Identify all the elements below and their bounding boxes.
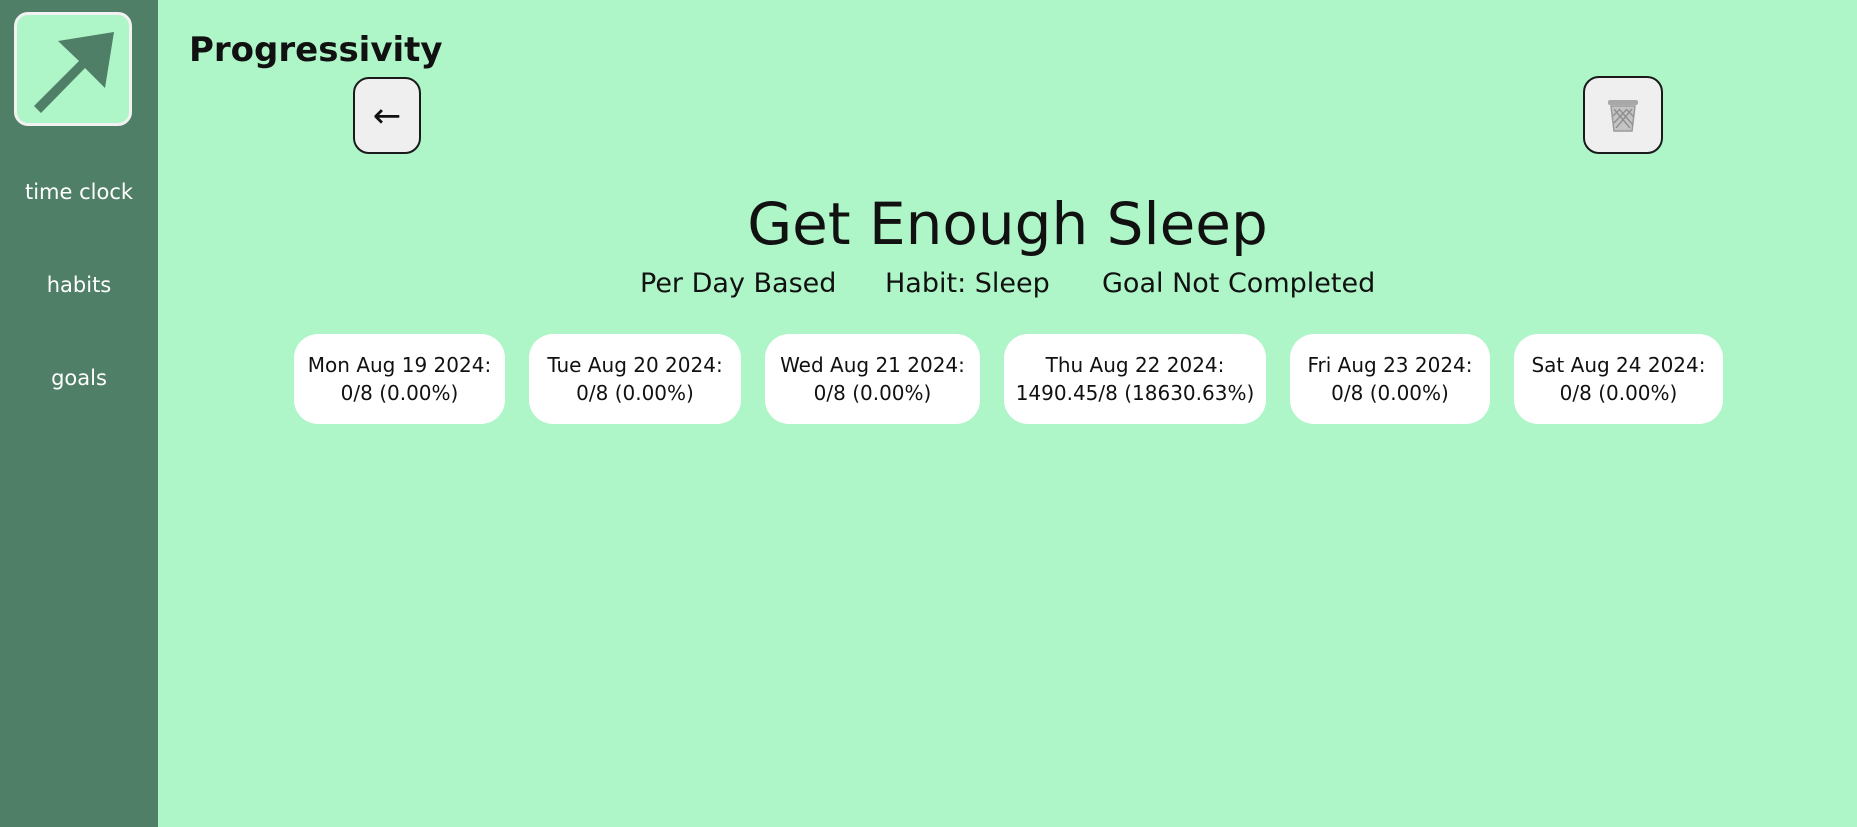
day-date: Wed Aug 21 2024: (780, 353, 965, 377)
sidebar: time clock habits goals (0, 0, 158, 827)
day-date: Sat Aug 24 2024: (1531, 353, 1706, 377)
goal-basis: Per Day Based (640, 268, 837, 299)
goal-status: Goal Not Completed (1102, 268, 1376, 299)
day-card: Wed Aug 21 2024: 0/8 (0.00%) (765, 334, 980, 424)
sidebar-item-habits[interactable]: habits (0, 273, 158, 297)
day-card: Fri Aug 23 2024: 0/8 (0.00%) (1290, 334, 1490, 424)
back-arrow-icon: ← (372, 95, 402, 136)
day-date: Tue Aug 20 2024: (547, 353, 723, 377)
day-progress: 0/8 (0.00%) (576, 381, 694, 405)
app-title: Progressivity (189, 30, 443, 70)
day-progress: 0/8 (0.00%) (813, 381, 932, 405)
day-progress: 0/8 (0.00%) (1559, 381, 1678, 405)
goal-habit: Habit: Sleep (885, 268, 1050, 299)
day-card: Tue Aug 20 2024: 0/8 (0.00%) (529, 334, 741, 424)
day-date: Thu Aug 22 2024: (1045, 353, 1225, 377)
arrow-up-right-icon (34, 32, 114, 113)
sidebar-item-time-clock[interactable]: time clock (0, 180, 158, 204)
day-card: Sat Aug 24 2024: 0/8 (0.00%) (1514, 334, 1723, 424)
sidebar-item-goals[interactable]: goals (0, 366, 158, 390)
trash-icon (1608, 100, 1638, 132)
day-progress: 1490.45/8 (18630.63%) (1015, 381, 1255, 405)
day-date: Fri Aug 23 2024: (1307, 353, 1473, 377)
day-date: Mon Aug 19 2024: (307, 353, 492, 377)
day-card: Thu Aug 22 2024: 1490.45/8 (18630.63%) (1004, 334, 1266, 424)
day-progress: 0/8 (0.00%) (340, 381, 459, 405)
delete-button[interactable] (1583, 76, 1663, 154)
day-progress: 0/8 (0.00%) (1331, 381, 1449, 405)
goal-title: Get Enough Sleep (747, 190, 1268, 258)
back-button[interactable]: ← (353, 77, 421, 154)
app-logo[interactable] (14, 12, 132, 126)
day-card: Mon Aug 19 2024: 0/8 (0.00%) (294, 334, 505, 424)
